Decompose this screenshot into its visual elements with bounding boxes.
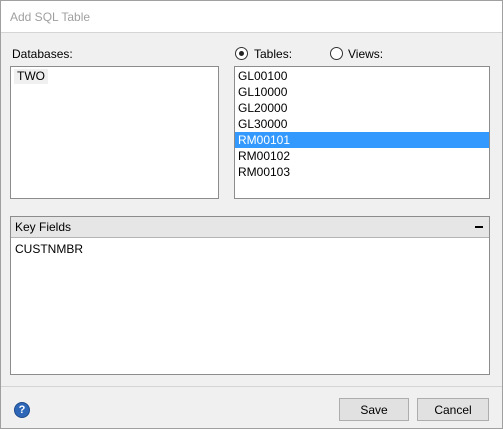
cancel-button[interactable]: Cancel: [417, 398, 489, 421]
views-radio-label[interactable]: Views:: [348, 47, 383, 61]
help-icon[interactable]: ?: [14, 402, 30, 418]
collapse-icon[interactable]: [475, 226, 483, 228]
table-item[interactable]: GL20000: [235, 100, 489, 116]
tables-radio[interactable]: [235, 47, 248, 60]
save-button[interactable]: Save: [339, 398, 409, 421]
footer-separator: [1, 386, 502, 387]
key-field-item[interactable]: CUSTNMBR: [15, 242, 485, 256]
tables-list[interactable]: GL00100 GL10000 GL20000 GL30000 RM00101 …: [234, 66, 490, 199]
tables-radio-label[interactable]: Tables:: [254, 47, 292, 61]
views-radio[interactable]: [330, 47, 343, 60]
table-item[interactable]: GL00100: [235, 68, 489, 84]
add-sql-table-dialog: Add SQL Table Databases: TWO Tables: Vie…: [0, 0, 503, 429]
window-title: Add SQL Table: [10, 10, 91, 24]
key-fields-panel: Key Fields CUSTNMBR: [10, 216, 490, 375]
table-item[interactable]: RM00101: [235, 132, 489, 148]
table-item[interactable]: RM00102: [235, 148, 489, 164]
table-item[interactable]: GL30000: [235, 116, 489, 132]
table-item[interactable]: RM00103: [235, 164, 489, 180]
database-item-two[interactable]: TWO: [14, 69, 48, 84]
databases-label: Databases:: [12, 47, 73, 61]
key-fields-header: Key Fields: [11, 217, 489, 238]
key-fields-title: Key Fields: [15, 220, 72, 234]
key-fields-list[interactable]: CUSTNMBR: [11, 238, 489, 260]
databases-list[interactable]: TWO: [10, 66, 219, 199]
table-item[interactable]: GL10000: [235, 84, 489, 100]
title-bar: Add SQL Table: [1, 1, 502, 33]
